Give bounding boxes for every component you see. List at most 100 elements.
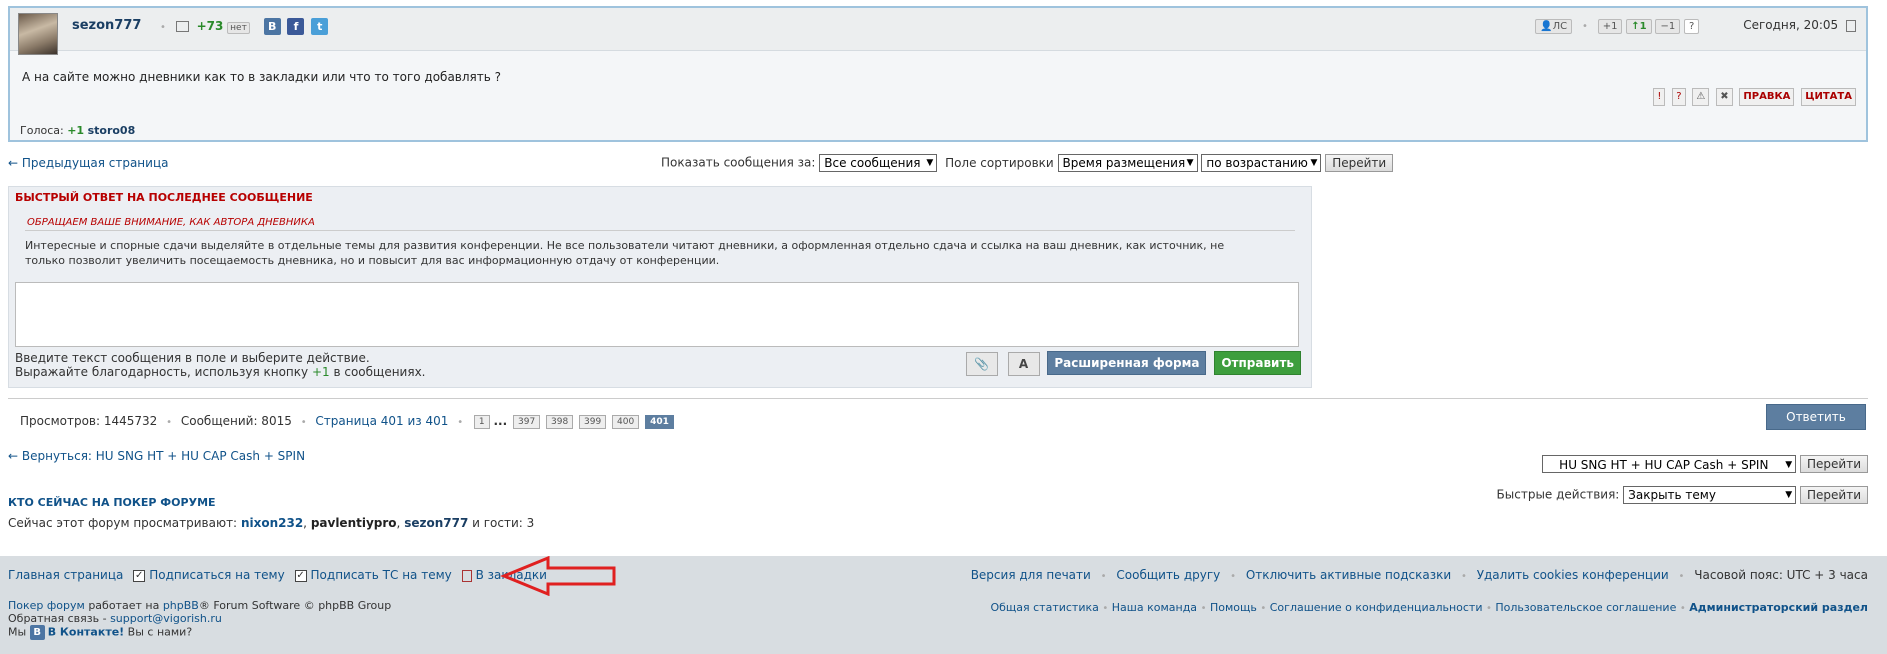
home-link[interactable]: Главная страница	[8, 568, 123, 582]
quick-actions-go-button[interactable]: Перейти	[1800, 486, 1868, 504]
help-button[interactable]: ?	[1684, 19, 1700, 34]
votes-user[interactable]: storo08	[88, 124, 136, 137]
jump-go-button[interactable]: Перейти	[1800, 455, 1868, 473]
phpbb-link[interactable]: phpBB	[163, 599, 199, 612]
facebook-icon[interactable]: f	[287, 18, 305, 35]
help-link[interactable]: Помощь	[1210, 601, 1257, 614]
separator-dot: •	[1678, 571, 1685, 582]
support-email-link[interactable]: support@vigorish.ru	[110, 612, 222, 625]
online-title: КТО СЕЙЧАС НА ПОКЕР ФОРУМЕ	[8, 496, 216, 509]
post-body: А на сайте можно дневники как то в закла…	[22, 70, 502, 84]
separator-dot: •	[166, 417, 173, 428]
page-397[interactable]: 397	[513, 414, 541, 429]
page-indicator[interactable]: Страница 401 из 401	[315, 414, 448, 428]
vk-promo: Мы ВВ Контакте! Вы с нами?	[8, 625, 391, 640]
poker-forum-link[interactable]: Покер форум	[8, 599, 85, 612]
prev-page-link[interactable]: ← Предыдущая страница	[8, 156, 168, 170]
show-value: Все сообщения	[824, 156, 921, 170]
subscribe-link[interactable]: Подписаться на тему	[149, 568, 285, 582]
subscribe-ts-link[interactable]: Подписать ТС на тему	[311, 568, 452, 582]
warning-icon[interactable]: ⚠	[1692, 88, 1710, 106]
jump-to: HU SNG HT + HU CAP Cash + SPIN ▼ Перейти	[1542, 455, 1868, 473]
privacy-link[interactable]: Соглашение о конфиденциальности	[1270, 601, 1483, 614]
show-label: Показать сообщения за:	[661, 155, 816, 170]
message-textarea[interactable]	[15, 282, 1299, 347]
online-text: Сейчас этот форум просматривают:	[8, 516, 238, 530]
views-count: Просмотров: 1445732	[20, 414, 158, 428]
sort-select[interactable]: Время размещения ▼	[1057, 154, 1198, 172]
order-value: по возрастанию	[1206, 156, 1308, 170]
divider	[8, 398, 1868, 399]
vote-up-button[interactable]: ↑1	[1626, 19, 1652, 34]
tell-friend-link[interactable]: Сообщить другу	[1116, 568, 1220, 582]
powered-text: работает на	[84, 599, 163, 612]
report-icon[interactable]: !	[1653, 88, 1666, 106]
reply-button[interactable]: Ответить	[1766, 404, 1866, 430]
avatar[interactable]	[18, 13, 58, 55]
edit-button[interactable]: ПРАВКА	[1739, 88, 1795, 106]
go-button[interactable]: Перейти	[1325, 154, 1394, 172]
topic-stats: Просмотров: 1445732 • Сообщений: 8015 • …	[20, 414, 674, 429]
profile-icon[interactable]	[175, 21, 189, 32]
page-400[interactable]: 400	[612, 414, 640, 429]
vote-plus-button[interactable]: +1	[1597, 19, 1623, 34]
pm-label: ЛС	[1552, 21, 1568, 32]
page-398[interactable]: 398	[546, 414, 574, 429]
post-header: sezon777 • +73 нет В f t 👤ЛС • +1 ↑1 −1 …	[10, 8, 1866, 55]
rep-label: нет	[227, 22, 250, 34]
checkbox-icon[interactable]: ✓	[133, 569, 146, 582]
quote-button[interactable]: ЦИТАТА	[1801, 88, 1856, 106]
feedback: Обратная связь - support@vigorish.ru	[8, 612, 391, 625]
online-user[interactable]: sezon777	[404, 516, 468, 530]
feedback-label: Обратная связь -	[8, 612, 111, 625]
vk-text: Мы	[8, 625, 30, 639]
show-select[interactable]: Все сообщения ▼	[819, 154, 938, 172]
post-author[interactable]: sezon777	[72, 18, 141, 33]
attach-icon[interactable]: 📎	[965, 351, 998, 376]
quick-actions: Быстрые действия: Закрыть тему ▼ Перейти	[1497, 486, 1868, 504]
pm-button[interactable]: 👤ЛС	[1535, 19, 1573, 34]
post-date: Сегодня, 20:05	[1743, 18, 1839, 32]
footer-left-links: Главная страница ✓ Подписаться на тему ✓ П…	[8, 568, 547, 582]
back-link[interactable]: ← Вернуться: HU SNG HT + HU CAP Cash + S…	[8, 449, 305, 463]
vote-minus-button[interactable]: −1	[1655, 19, 1681, 34]
page-1[interactable]: 1	[473, 414, 490, 429]
post-votes: Голоса: +1 storo08	[20, 124, 135, 137]
vk-icon[interactable]: В	[263, 18, 281, 35]
page-399[interactable]: 399	[579, 414, 607, 429]
stats-link[interactable]: Общая статистика	[990, 601, 1098, 614]
quick-reply-actions: 📎 A Расширенная форма Отправить	[965, 351, 1301, 376]
page-ellipsis: ...	[493, 414, 508, 428]
print-link[interactable]: Версия для печати	[971, 568, 1091, 582]
vk-icon[interactable]: В	[29, 625, 45, 640]
post-head-right: 👤ЛС • +1 ↑1 −1 ? Сегодня, 20:05	[1535, 18, 1856, 34]
jump-select[interactable]: HU SNG HT + HU CAP Cash + SPIN ▼	[1542, 455, 1797, 473]
chevron-down-icon: ▼	[926, 158, 934, 168]
order-select[interactable]: по возрастанию ▼	[1201, 154, 1322, 172]
question-icon[interactable]: ?	[1672, 88, 1686, 106]
separator-dot: •	[1260, 603, 1267, 614]
post: sezon777 • +73 нет В f t 👤ЛС • +1 ↑1 −1 …	[8, 6, 1868, 142]
font-button[interactable]: A	[1007, 351, 1040, 376]
hints-link[interactable]: Отключить активные подсказки	[1246, 568, 1451, 582]
notice-title: ОБРАЩАЕМ ВАШЕ ВНИМАНИЕ, КАК АВТОРА ДНЕВН…	[27, 217, 315, 228]
chevron-down-icon: ▼	[1785, 490, 1793, 500]
twitter-icon[interactable]: t	[311, 18, 329, 35]
vk-link[interactable]: В Контакте!	[48, 626, 124, 639]
admin-link[interactable]: Администраторский раздел	[1689, 601, 1868, 614]
terms-link[interactable]: Пользовательское соглашение	[1495, 601, 1676, 614]
send-button[interactable]: Отправить	[1214, 351, 1301, 375]
hint-line-1: Введите текст сообщения в поле и выберит…	[15, 351, 370, 365]
powered-text-end: ® Forum Software © phpBB Group	[198, 599, 392, 612]
footer: Главная страница ✓ Подписаться на тему ✓ П…	[0, 556, 1887, 654]
timezone: Часовой пояс: UTC + 3 часа	[1694, 568, 1868, 582]
online-user[interactable]: pavlentiypro	[311, 516, 397, 530]
delete-icon[interactable]: ✖	[1716, 88, 1733, 106]
advanced-form-button[interactable]: Расширенная форма	[1047, 351, 1207, 375]
post-link-icon[interactable]	[1846, 19, 1856, 32]
team-link[interactable]: Наша команда	[1112, 601, 1197, 614]
cookies-link[interactable]: Удалить cookies конференции	[1477, 568, 1669, 582]
online-user[interactable]: nixon232	[241, 516, 303, 530]
quick-actions-select[interactable]: Закрыть тему ▼	[1623, 486, 1797, 504]
checkbox-icon[interactable]: ✓	[294, 569, 307, 582]
